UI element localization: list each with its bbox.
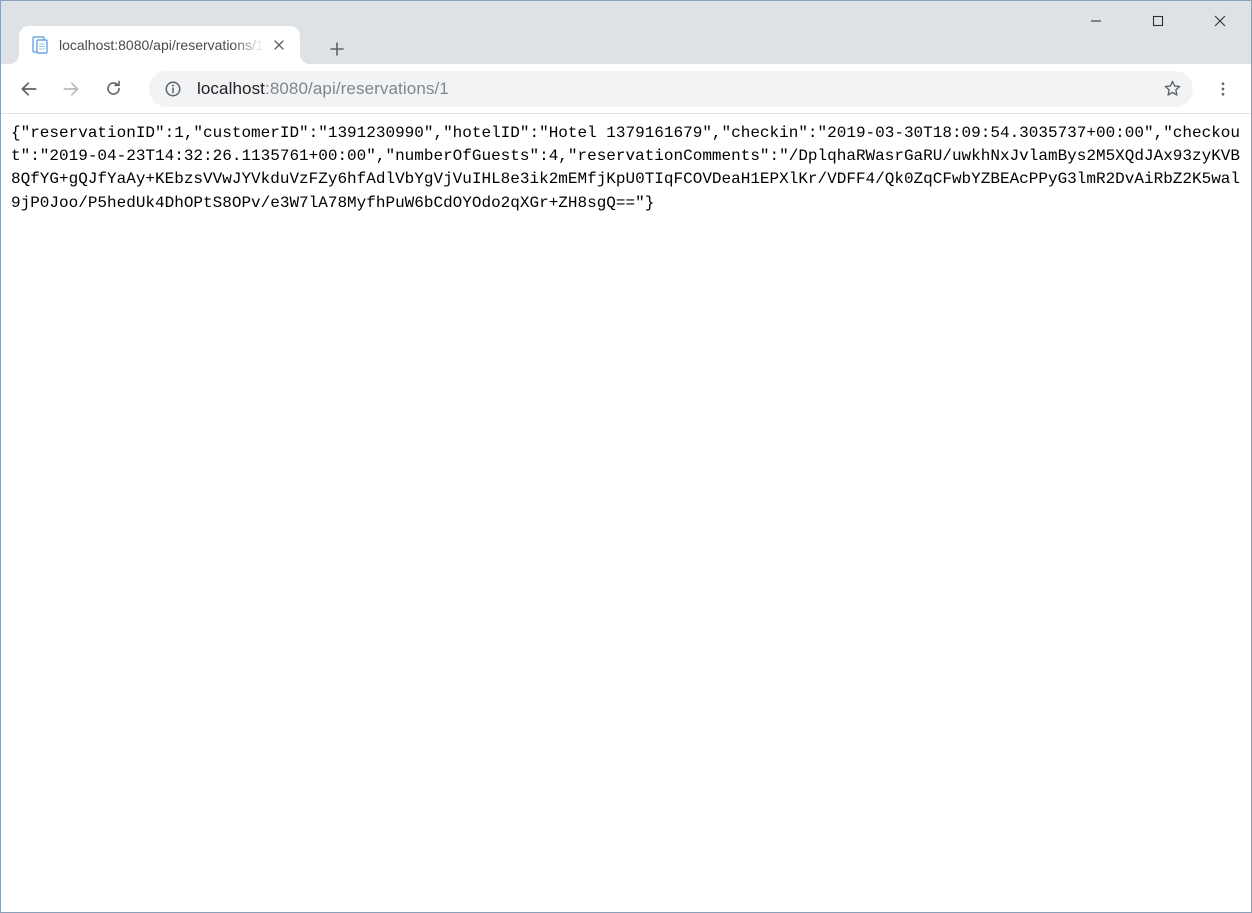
window-controls	[1065, 1, 1251, 41]
page-favicon	[31, 36, 49, 54]
close-icon	[1214, 15, 1226, 27]
url-text: localhost:8080/api/reservations/1	[197, 79, 1157, 99]
reload-icon	[104, 79, 123, 98]
minimize-icon	[1090, 15, 1102, 27]
tab-strip: localhost:8080/api/reservations/1	[1, 1, 352, 64]
window-maximize-button[interactable]	[1127, 1, 1189, 41]
back-button[interactable]	[9, 69, 49, 109]
tab-close-button[interactable]	[270, 36, 288, 54]
url-host: localhost	[197, 79, 265, 98]
response-body: {"reservationID":1,"customerID":"1391230…	[11, 122, 1241, 215]
browser-tab[interactable]: localhost:8080/api/reservations/1	[19, 26, 300, 64]
url-path: :8080/api/reservations/1	[265, 79, 449, 98]
page-content: {"reservationID":1,"customerID":"1391230…	[1, 114, 1251, 912]
star-icon	[1163, 79, 1182, 98]
tab-title: localhost:8080/api/reservations/1	[59, 37, 264, 53]
address-bar[interactable]: localhost:8080/api/reservations/1	[149, 71, 1193, 107]
kebab-icon	[1214, 80, 1232, 98]
new-tab-button[interactable]	[322, 34, 352, 64]
forward-button[interactable]	[51, 69, 91, 109]
toolbar: localhost:8080/api/reservations/1	[1, 64, 1251, 114]
plus-icon	[330, 42, 344, 56]
titlebar: localhost:8080/api/reservations/1	[1, 1, 1251, 64]
reload-button[interactable]	[93, 69, 133, 109]
arrow-right-icon	[61, 79, 81, 99]
close-icon	[274, 40, 284, 50]
info-icon	[164, 80, 182, 98]
site-info-button[interactable]	[163, 79, 183, 99]
bookmark-button[interactable]	[1157, 74, 1187, 104]
arrow-left-icon	[19, 79, 39, 99]
maximize-icon	[1152, 15, 1164, 27]
window-minimize-button[interactable]	[1065, 1, 1127, 41]
window-close-button[interactable]	[1189, 1, 1251, 41]
browser-menu-button[interactable]	[1203, 69, 1243, 109]
